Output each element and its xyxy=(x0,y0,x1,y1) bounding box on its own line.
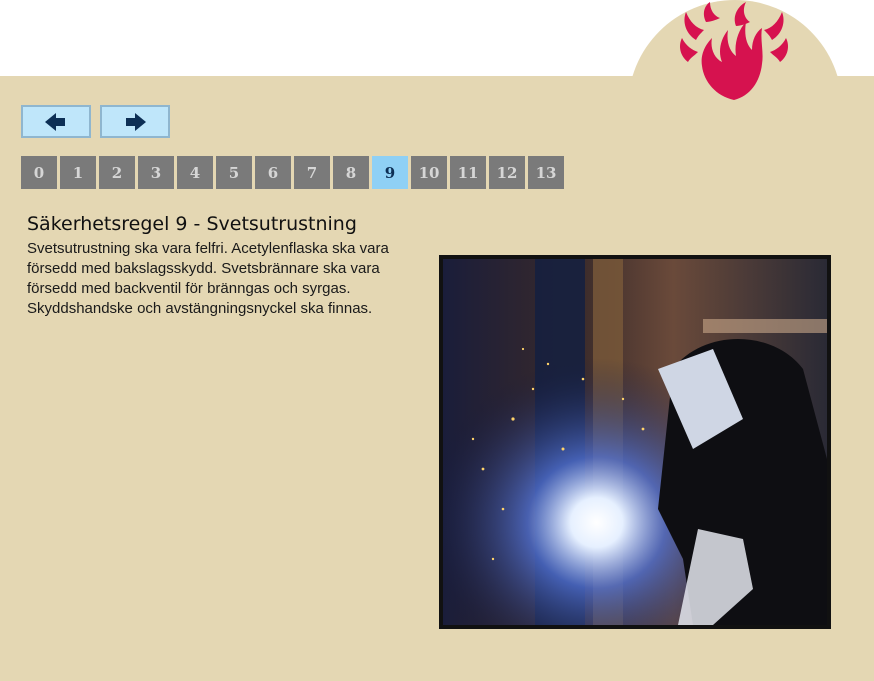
page-button-13[interactable]: 13 xyxy=(528,156,564,189)
rule-description-line: Skyddshandske och avstängningsnyckel ska… xyxy=(27,300,373,317)
next-button[interactable] xyxy=(100,105,170,138)
page-button-1[interactable]: 1 xyxy=(60,156,96,189)
rule-description-line: Svetsutrustning ska vara felfri. Acetyle… xyxy=(27,240,389,257)
phoenix-logo-icon xyxy=(680,2,788,100)
arrow-right-icon xyxy=(126,112,146,131)
page-button-4[interactable]: 4 xyxy=(177,156,213,189)
page-button-3[interactable]: 3 xyxy=(138,156,174,189)
page-selector: 0 1 2 3 4 5 6 7 8 9 10 11 12 13 xyxy=(21,156,564,189)
page-button-2[interactable]: 2 xyxy=(99,156,135,189)
page-button-11[interactable]: 11 xyxy=(450,156,486,189)
arrow-left-icon xyxy=(45,112,65,131)
page-button-12[interactable]: 12 xyxy=(489,156,525,189)
page-button-9[interactable]: 9 xyxy=(372,156,408,189)
welder-image xyxy=(443,259,827,625)
rule-description: Svetsutrustning ska vara felfri. Acetyle… xyxy=(27,239,417,319)
welding-photo xyxy=(439,255,831,629)
rule-description-line: försedd med backventil för bränngas och … xyxy=(27,280,351,297)
page-button-7[interactable]: 7 xyxy=(294,156,330,189)
page-button-5[interactable]: 5 xyxy=(216,156,252,189)
rule-description-line: försedd med bakslagsskydd. Svetsbrännare… xyxy=(27,260,380,277)
page-button-0[interactable]: 0 xyxy=(21,156,57,189)
page-button-8[interactable]: 8 xyxy=(333,156,369,189)
page-button-6[interactable]: 6 xyxy=(255,156,291,189)
page-button-10[interactable]: 10 xyxy=(411,156,447,189)
previous-button[interactable] xyxy=(21,105,91,138)
rule-title: Säkerhetsregel 9 - Svetsutrustning xyxy=(27,213,357,235)
